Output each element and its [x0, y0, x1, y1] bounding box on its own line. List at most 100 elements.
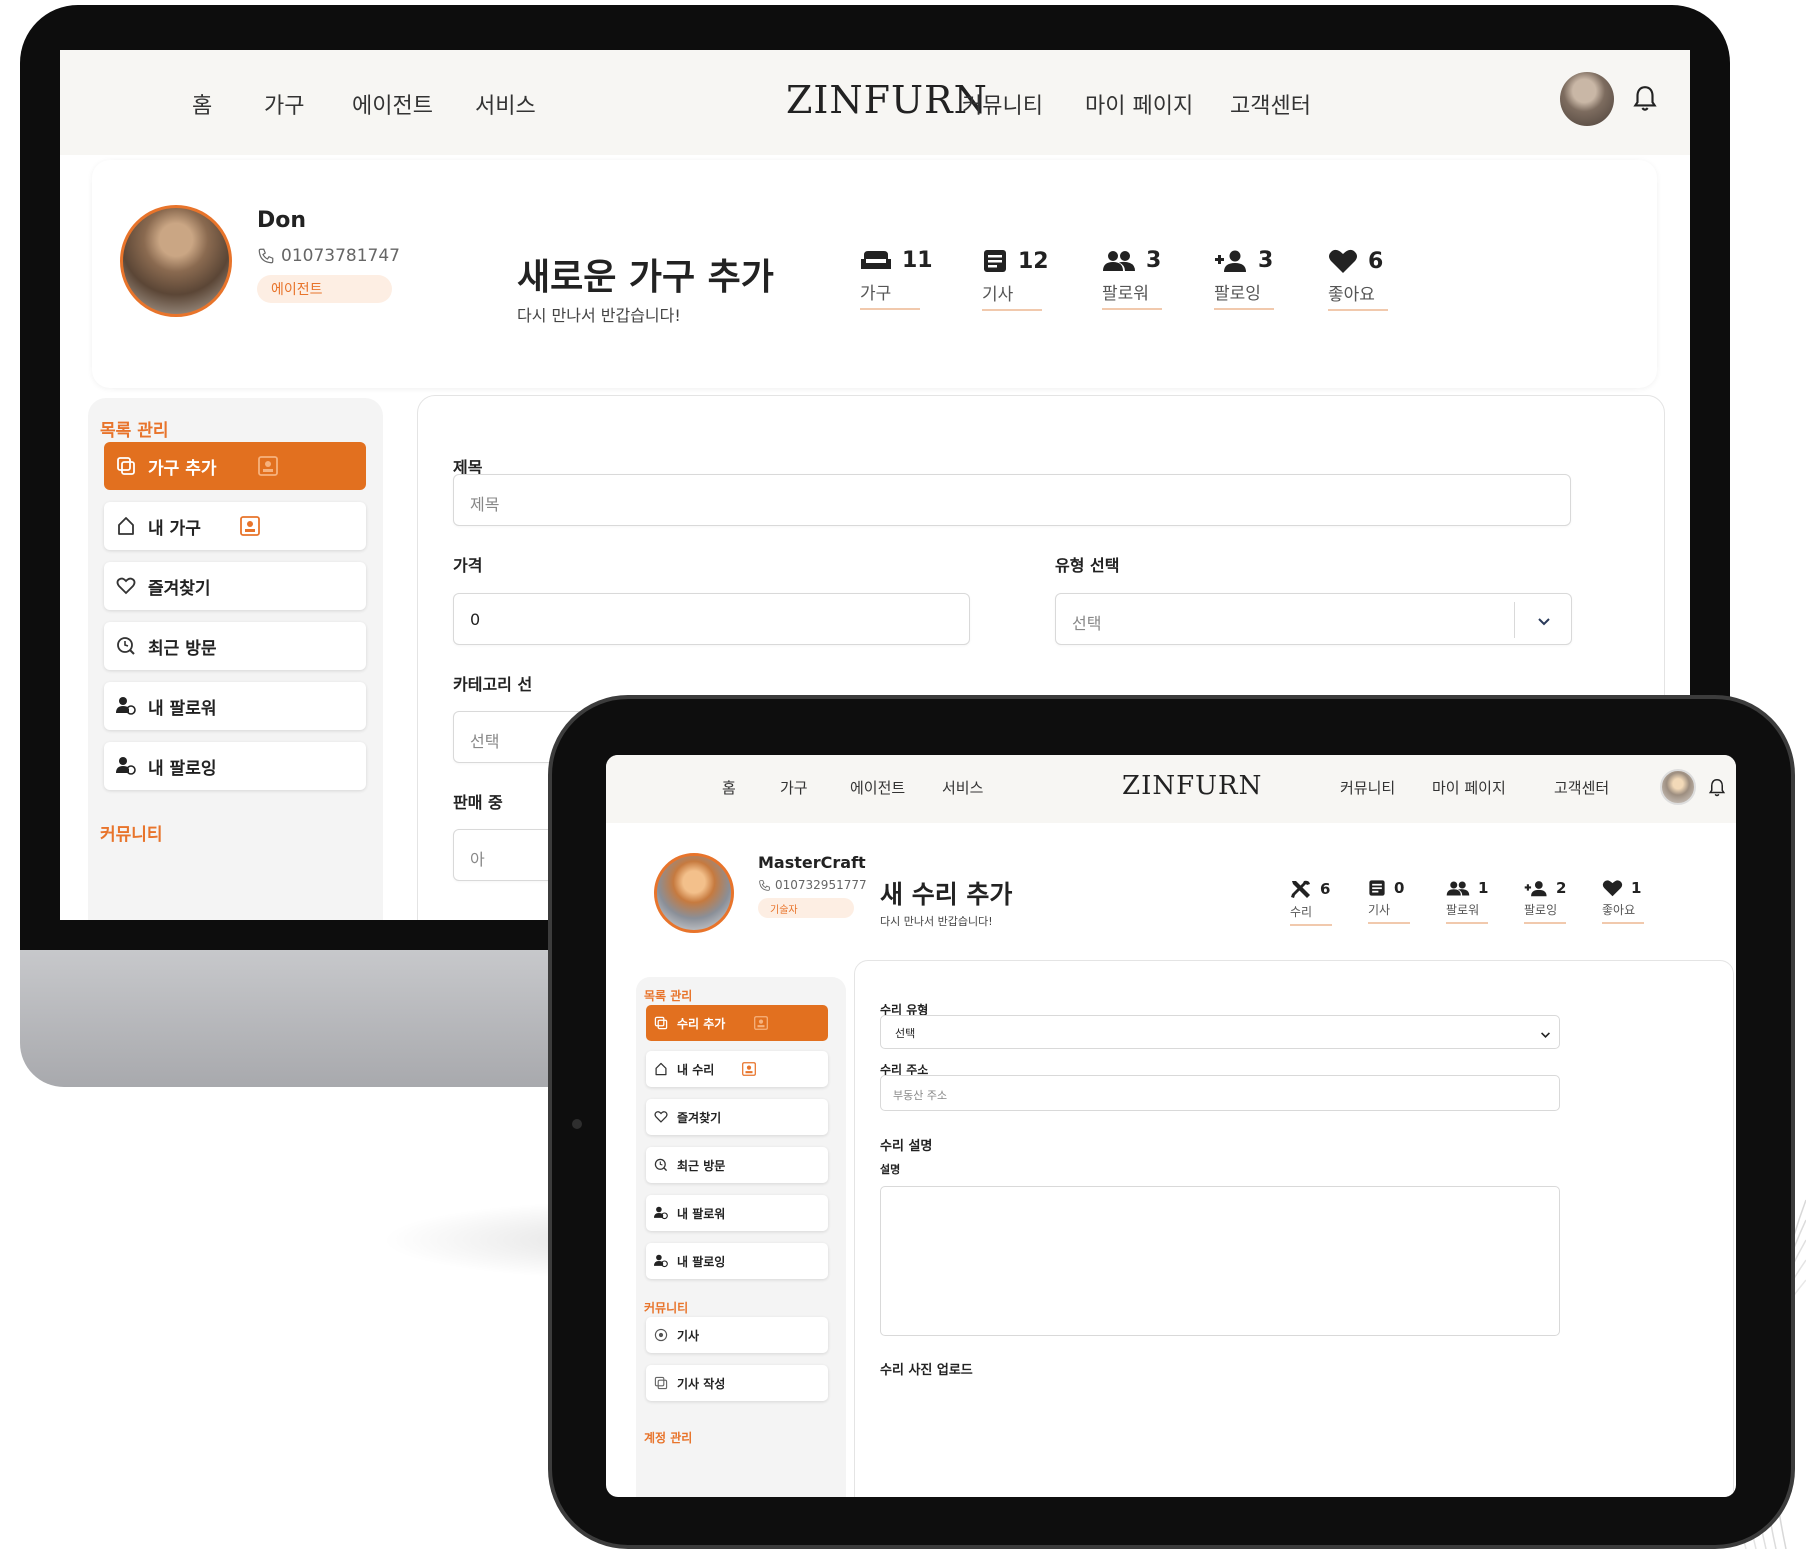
contact-card-icon — [742, 1062, 756, 1076]
repair-type-select[interactable]: 선택 — [880, 1015, 1560, 1049]
type-select[interactable]: 선택 — [1055, 593, 1572, 645]
stat-followers[interactable]: 3 팔로워 — [1102, 248, 1162, 310]
type-select-value: 선택 — [1072, 614, 1102, 633]
nav-link-furniture[interactable]: 가구 — [780, 777, 808, 798]
sidebar-item-favorites[interactable]: 즐겨찾기 — [646, 1099, 828, 1135]
stat-likes-label: 좋아요 — [1328, 280, 1388, 311]
stat-articles-label: 기사 — [982, 280, 1042, 311]
nav-link-support[interactable]: 고객센터 — [1230, 88, 1311, 120]
stat-articles-value: 12 — [1018, 248, 1049, 274]
stat-following[interactable]: 2 팔로잉 — [1524, 879, 1566, 924]
sidebar-item-add-furniture[interactable]: 가구 추가 — [104, 442, 366, 490]
nav-link-agent[interactable]: 에이전트 — [850, 777, 905, 798]
sidebar-item-label: 내 팔로워 — [148, 698, 217, 719]
top-nav: 홈 가구 에이전트 서비스 ZINFURN 커뮤니티 마이 페이지 고객센터 — [60, 50, 1690, 155]
home-icon — [654, 1062, 668, 1076]
profile-phone: 01073781747 — [257, 246, 400, 266]
stat-followers-label: 팔로워 — [1446, 901, 1488, 924]
stat-following[interactable]: 3 팔로잉 — [1214, 248, 1274, 310]
stat-repairs-label: 수리 — [1290, 903, 1332, 926]
sidebar-item-following[interactable]: 내 팔로잉 — [104, 742, 366, 790]
page-subtitle: 다시 만나서 반갑습니다! — [517, 306, 681, 325]
nav-link-home[interactable]: 홈 — [722, 777, 736, 798]
page-title: 새 수리 추가 — [880, 880, 1013, 909]
nav-link-furniture[interactable]: 가구 — [264, 88, 304, 120]
sidebar-item-recent[interactable]: 최근 방문 — [646, 1147, 828, 1183]
top-nav: 홈 가구 에이전트 서비스 ZINFURN 커뮤니티 마이 페이지 고객센터 — [606, 755, 1736, 823]
brand-logo[interactable]: ZINFURN — [786, 78, 988, 122]
address-input[interactable]: 부동산 주소 — [880, 1075, 1560, 1111]
description-textarea[interactable] — [880, 1186, 1560, 1336]
bell-icon[interactable] — [1708, 777, 1726, 799]
nav-link-support[interactable]: 고객센터 — [1554, 777, 1609, 798]
price-label: 가격 — [453, 556, 483, 575]
sidebar-item-label: 수리 추가 — [677, 1016, 726, 1031]
bell-icon[interactable] — [1632, 84, 1658, 114]
profile-phone-text: 010732951777 — [775, 878, 867, 892]
page-subtitle: 다시 만나서 반갑습니다! — [880, 915, 993, 928]
stat-followers[interactable]: 1 팔로워 — [1446, 879, 1488, 924]
sidebar-item-label: 기사 — [677, 1328, 700, 1343]
sidebar-community-title: 커뮤니티 — [100, 825, 163, 845]
stat-likes[interactable]: 1 좋아요 — [1602, 879, 1644, 924]
sale-label: 판매 중 — [453, 793, 503, 812]
home-icon — [116, 516, 136, 536]
nav-link-service[interactable]: 서비스 — [475, 88, 536, 120]
phone-icon — [759, 879, 770, 891]
title-input[interactable]: 제목 — [453, 474, 1571, 526]
sidebar-section-title: 목록 관리 — [100, 421, 169, 441]
nav-link-community[interactable]: 커뮤니티 — [962, 88, 1043, 120]
sidebar-item-my-furniture[interactable]: 내 가구 — [104, 502, 366, 550]
stat-articles[interactable]: 0 기사 — [1368, 879, 1410, 924]
sidebar-item-my-repairs[interactable]: 내 수리 — [646, 1051, 828, 1087]
article-icon — [984, 250, 1006, 272]
stat-repairs[interactable]: 6 수리 — [1290, 879, 1332, 926]
stat-likes-label: 좋아요 — [1602, 901, 1644, 924]
nav-link-community[interactable]: 커뮤니티 — [1340, 777, 1395, 798]
stat-likes[interactable]: 6 좋아요 — [1328, 248, 1388, 311]
user-avatar[interactable] — [1660, 769, 1696, 805]
stat-articles[interactable]: 12 기사 — [982, 248, 1049, 311]
sidebar-item-label: 최근 방문 — [677, 1158, 726, 1173]
person-add-icon — [1524, 880, 1547, 896]
sidebar-item-favorites[interactable]: 즐겨찾기 — [104, 562, 366, 610]
stat-following-value: 2 — [1556, 879, 1567, 897]
followers-icon — [1446, 880, 1470, 896]
nav-link-agent[interactable]: 에이전트 — [352, 88, 433, 120]
user-avatar[interactable] — [1560, 72, 1614, 126]
heart-outline-icon — [654, 1110, 668, 1124]
description-label: 설명 — [880, 1163, 901, 1176]
sidebar-item-followers[interactable]: 내 팔로워 — [646, 1195, 828, 1231]
heart-outline-icon — [116, 576, 136, 596]
nav-link-service[interactable]: 서비스 — [942, 777, 983, 798]
sidebar-item-add-repair[interactable]: 수리 추가 — [646, 1005, 828, 1041]
sidebar-item-recent[interactable]: 최근 방문 — [104, 622, 366, 670]
stat-furniture[interactable]: 11 가구 — [860, 248, 933, 310]
sidebar-item-following[interactable]: 내 팔로잉 — [646, 1243, 828, 1279]
brand-logo[interactable]: ZINFURN — [1122, 771, 1262, 801]
stat-likes-value: 6 — [1368, 248, 1384, 274]
sidebar-item-write-article[interactable]: 기사 작성 — [646, 1365, 828, 1401]
heart-icon — [1329, 249, 1357, 273]
stat-following-value: 3 — [1258, 248, 1274, 273]
role-badge: 기술자 — [758, 898, 854, 918]
user-follow-icon — [654, 1254, 668, 1268]
nav-link-mypage[interactable]: 마이 페이지 — [1432, 777, 1506, 798]
nav-link-home[interactable]: 홈 — [192, 88, 212, 120]
sidebar-item-label: 내 팔로잉 — [677, 1254, 726, 1269]
sofa-icon — [861, 250, 891, 269]
sidebar-section-title: 목록 관리 — [644, 989, 693, 1003]
stat-articles-label: 기사 — [1368, 901, 1410, 924]
stat-following-label: 팔로잉 — [1214, 279, 1274, 310]
profile-avatar — [120, 205, 232, 317]
phone-icon — [258, 248, 274, 264]
stat-followers-value: 3 — [1146, 248, 1162, 273]
sidebar: 목록 관리 수리 추가 내 수리 즐겨찾기 최근 방문 내 팔로워 내 팔로잉 … — [636, 977, 846, 1497]
sidebar-item-followers[interactable]: 내 팔로워 — [104, 682, 366, 730]
stat-followers-value: 1 — [1478, 879, 1489, 897]
nav-link-mypage[interactable]: 마이 페이지 — [1085, 88, 1193, 120]
price-input[interactable]: 0 — [453, 593, 970, 645]
user-follow-icon — [116, 696, 136, 716]
user-follow-icon — [654, 1206, 668, 1220]
sidebar-item-articles[interactable]: 기사 — [646, 1317, 828, 1353]
